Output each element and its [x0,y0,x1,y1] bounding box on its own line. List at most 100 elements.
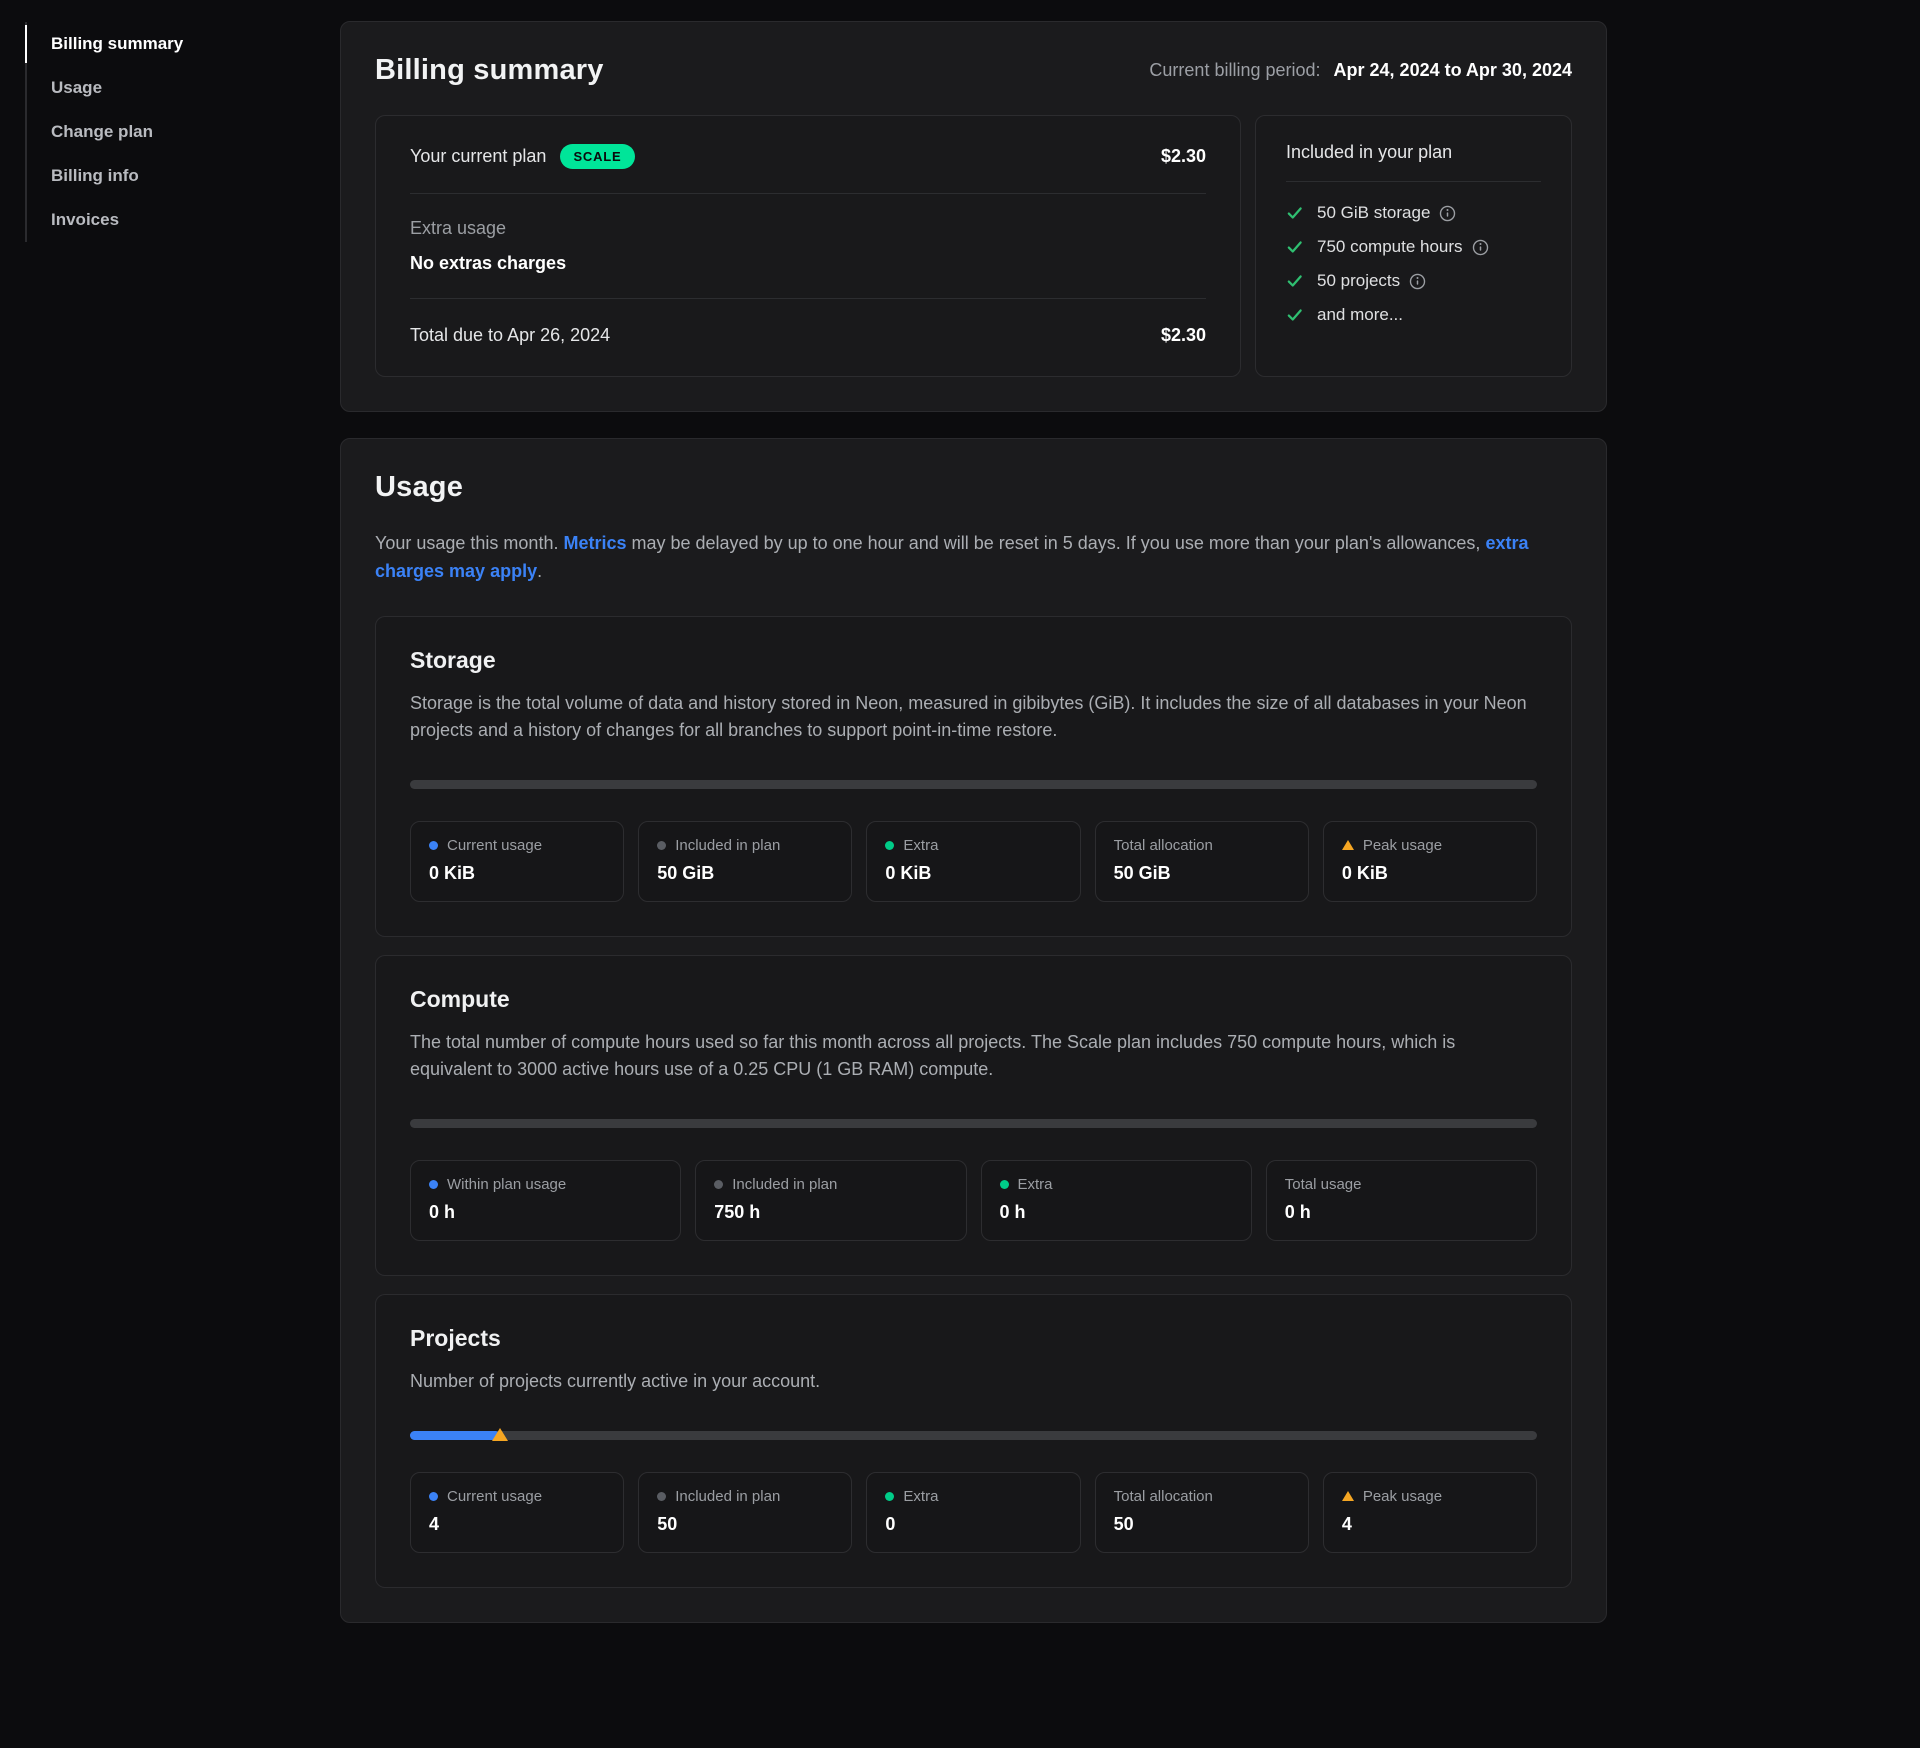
sidebar-item-billing-summary[interactable]: Billing summary [27,22,305,66]
stat-included-in-plan: Included in plan 750 h [695,1160,966,1241]
billing-summary-card: Billing summary Current billing period: … [340,21,1607,412]
sidebar-item-usage[interactable]: Usage [27,66,305,110]
stat-extra: Extra 0 KiB [866,821,1080,902]
extra-usage-value: No extras charges [410,253,1206,274]
usage-title: Usage [375,471,1572,504]
stat-value: 750 h [714,1202,947,1223]
stat-value: 50 GiB [1114,863,1290,884]
stat-total-allocation: Total allocation 50 [1095,1472,1309,1553]
stat-within-plan-usage: Within plan usage 0 h [410,1160,681,1241]
stat-label: Within plan usage [447,1176,566,1193]
stat-peak-usage: Peak usage 4 [1323,1472,1537,1553]
included-item-label: 50 projects [1317,271,1400,291]
check-icon [1286,306,1304,324]
storage-section: Storage Storage is the total volume of d… [375,616,1572,937]
check-icon [1286,204,1304,222]
storage-progress-bar [410,780,1537,789]
info-icon[interactable] [1439,205,1456,222]
stat-value: 0 h [1285,1202,1518,1223]
blue-dot-icon [429,1180,438,1189]
sidebar-item-change-plan[interactable]: Change plan [27,110,305,154]
stat-value: 0 h [429,1202,662,1223]
storage-section-description: Storage is the total volume of data and … [410,690,1537,744]
stat-value: 50 [657,1514,833,1535]
stat-value: 4 [429,1514,605,1535]
current-plan-row: Your current plan SCALE $2.30 [410,116,1206,194]
gray-dot-icon [657,841,666,850]
gray-dot-icon [714,1180,723,1189]
stat-value: 0 h [1000,1202,1233,1223]
extra-usage-block: Extra usage No extras charges [410,194,1206,299]
sidebar-item-invoices[interactable]: Invoices [27,198,305,242]
billing-sidebar: Billing summary Usage Change plan Billin… [25,22,305,242]
stat-label: Included in plan [675,1488,780,1505]
info-icon[interactable] [1409,273,1426,290]
billing-summary-title: Billing summary [375,54,604,87]
usage-intro-text: may be delayed by up to one hour and wil… [627,533,1486,553]
plan-amount: $2.30 [1161,146,1206,167]
compute-progress-bar [410,1119,1537,1128]
green-dot-icon [885,841,894,850]
stat-current-usage: Current usage 4 [410,1472,624,1553]
stat-extra: Extra 0 h [981,1160,1252,1241]
billing-period-value: Apr 24, 2024 to Apr 30, 2024 [1334,60,1572,80]
stat-label: Current usage [447,1488,542,1505]
included-list: 50 GiB storage 750 compute hours [1286,196,1541,332]
peak-usage-marker-icon [492,1428,508,1441]
stat-label: Extra [903,837,938,854]
included-item-more: and more... [1286,298,1541,332]
billing-period: Current billing period: Apr 24, 2024 to … [1149,60,1572,81]
plan-badge: SCALE [560,144,634,169]
included-item-projects: 50 projects [1286,264,1541,298]
billing-summary-body: Your current plan SCALE $2.30 Extra usag… [375,115,1572,377]
blue-dot-icon [429,1492,438,1501]
total-due-row: Total due to Apr 26, 2024 $2.30 [410,299,1206,376]
info-icon[interactable] [1472,239,1489,256]
green-dot-icon [1000,1180,1009,1189]
stat-total-usage: Total usage 0 h [1266,1160,1537,1241]
stat-value: 0 KiB [885,863,1061,884]
stat-label: Extra [903,1488,938,1505]
stat-value: 0 [885,1514,1061,1535]
usage-intro: Your usage this month. Metrics may be de… [375,530,1535,586]
projects-stats-row: Current usage 4 Included in plan 50 Extr… [410,1472,1537,1553]
compute-section: Compute The total number of compute hour… [375,955,1572,1276]
metrics-link[interactable]: Metrics [563,533,626,553]
compute-stats-row: Within plan usage 0 h Included in plan 7… [410,1160,1537,1241]
green-dot-icon [885,1492,894,1501]
sidebar-item-billing-info[interactable]: Billing info [27,154,305,198]
stat-label: Extra [1018,1176,1053,1193]
projects-section: Projects Number of projects currently ac… [375,1294,1572,1588]
stat-value: 4 [1342,1514,1518,1535]
stat-included-in-plan: Included in plan 50 [638,1472,852,1553]
projects-section-description: Number of projects currently active in y… [410,1368,1537,1395]
stat-peak-usage: Peak usage 0 KiB [1323,821,1537,902]
stat-included-in-plan: Included in plan 50 GiB [638,821,852,902]
stat-value: 0 KiB [429,863,605,884]
billing-summary-header: Billing summary Current billing period: … [375,54,1572,87]
stat-label: Included in plan [675,837,780,854]
usage-intro-text: Your usage this month. [375,533,563,553]
included-item-label: 50 GiB storage [1317,203,1430,223]
check-icon [1286,272,1304,290]
included-item-label: 750 compute hours [1317,237,1463,257]
compute-section-description: The total number of compute hours used s… [410,1029,1537,1083]
total-due-label: Total due to Apr 26, 2024 [410,325,610,346]
billing-period-label: Current billing period: [1149,60,1320,80]
stat-total-allocation: Total allocation 50 GiB [1095,821,1309,902]
usage-card: Usage Your usage this month. Metrics may… [340,438,1607,1623]
stat-label: Total allocation [1114,1488,1213,1505]
included-item-storage: 50 GiB storage [1286,196,1541,230]
stat-value: 50 [1114,1514,1290,1535]
included-in-plan-title: Included in your plan [1286,142,1541,182]
check-icon [1286,238,1304,256]
orange-triangle-icon [1342,840,1354,850]
projects-progress-fill [410,1431,500,1440]
stat-value: 50 GiB [657,863,833,884]
current-plan-left: Your current plan SCALE [410,144,635,169]
usage-intro-text: . [537,561,542,581]
stat-label: Total allocation [1114,837,1213,854]
stat-label: Peak usage [1363,837,1442,854]
stat-current-usage: Current usage 0 KiB [410,821,624,902]
projects-section-title: Projects [410,1325,1537,1352]
